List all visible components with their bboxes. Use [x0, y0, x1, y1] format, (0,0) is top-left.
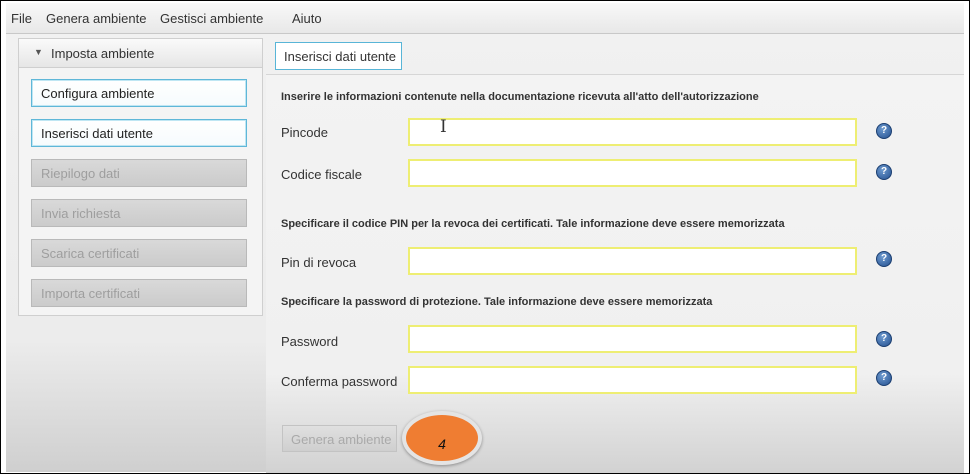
- step-badge: 4: [402, 411, 482, 465]
- password-label: Password: [281, 334, 339, 349]
- pincode-field[interactable]: [408, 118, 857, 146]
- menu-genera-ambiente[interactable]: Genera ambiente: [46, 11, 146, 26]
- password-field[interactable]: [408, 325, 857, 353]
- sidebar-item-invia-richiesta: Invia richiesta: [31, 199, 247, 227]
- sidebar: ▼ Imposta ambiente Configura ambiente In…: [18, 38, 263, 316]
- section-heading-documentazione: Inserire le informazioni contenute nella…: [281, 91, 759, 103]
- sidebar-item-importa-certificati: Importa certificati: [31, 279, 247, 307]
- conferma-password-label: Conferma password: [281, 374, 398, 389]
- codice-fiscale-field[interactable]: [408, 159, 857, 187]
- menu-aiuto[interactable]: Aiuto: [292, 11, 322, 26]
- sidebar-item-configura-ambiente[interactable]: Configura ambiente: [31, 79, 247, 107]
- pincode-label: Pincode: [281, 125, 328, 140]
- genera-ambiente-button[interactable]: Genera ambiente: [282, 425, 397, 452]
- help-icon-pincode[interactable]: ?: [876, 123, 892, 139]
- menu-file[interactable]: File: [11, 11, 32, 26]
- sidebar-header[interactable]: ▼ Imposta ambiente: [19, 39, 262, 68]
- triangle-down-icon: ▼: [34, 47, 43, 57]
- menu-bar: File Genera ambiente Gestisci ambiente A…: [6, 3, 964, 34]
- menu-gestisci-ambiente[interactable]: Gestisci ambiente: [160, 11, 263, 26]
- help-icon-conferma-password[interactable]: ?: [876, 370, 892, 386]
- section-heading-pin-revoca: Specificare il codice PIN per la revoca …: [281, 218, 785, 230]
- conferma-password-field[interactable]: [408, 366, 857, 394]
- codice-fiscale-label: Codice fiscale: [281, 167, 362, 182]
- tab-inserisci-dati-utente[interactable]: Inserisci dati utente: [275, 42, 402, 70]
- help-icon-pin-di-revoca[interactable]: ?: [876, 251, 892, 267]
- help-icon-password[interactable]: ?: [876, 331, 892, 347]
- pin-di-revoca-field[interactable]: [408, 247, 857, 275]
- sidebar-item-inserisci-dati-utente[interactable]: Inserisci dati utente: [31, 119, 247, 147]
- text-cursor-icon: I: [440, 117, 447, 137]
- section-heading-password: Specificare la password di protezione. T…: [281, 296, 713, 308]
- sidebar-header-label: Imposta ambiente: [51, 46, 155, 61]
- help-icon-codice-fiscale[interactable]: ?: [876, 164, 892, 180]
- pin-di-revoca-label: Pin di revoca: [281, 255, 357, 270]
- sidebar-item-scarica-certificati: Scarica certificati: [31, 239, 247, 267]
- sidebar-item-riepilogo-dati: Riepilogo dati: [31, 159, 247, 187]
